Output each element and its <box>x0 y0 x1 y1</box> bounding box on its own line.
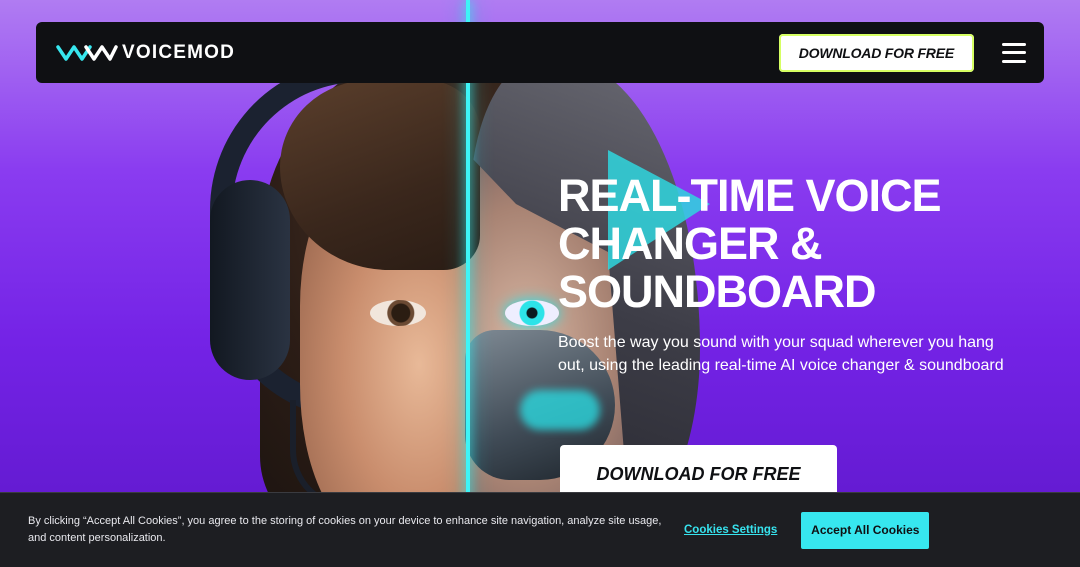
mask-glow <box>520 390 600 430</box>
menu-bar <box>1002 51 1026 54</box>
cookie-actions: Cookies Settings Accept All Cookies <box>684 511 930 549</box>
accept-all-cookies-button[interactable]: Accept All Cookies <box>801 511 930 549</box>
hero-subtitle: Boost the way you sound with your squad … <box>558 334 1004 374</box>
menu-bar <box>1002 42 1026 46</box>
split-line <box>466 0 470 567</box>
site-header: VOICEMOD DOWNLOAD FOR FREE <box>36 22 1044 83</box>
eye-left <box>370 300 426 326</box>
logo-text: VOICEMOD <box>122 41 236 63</box>
hamburger-menu-icon[interactable] <box>1002 42 1026 63</box>
logo[interactable]: VOICEMOD <box>56 42 235 64</box>
header-actions: DOWNLOAD FOR FREE <box>778 33 1026 72</box>
headset-earcup <box>210 180 290 380</box>
eye-right <box>505 300 559 326</box>
hero-title: REAL-TIME VOICE CHANGER & SOUNDBOARD <box>558 170 942 317</box>
cookies-settings-button[interactable]: Cookies Settings <box>684 524 777 536</box>
voicemod-logo-icon <box>56 44 118 61</box>
menu-bar <box>1002 59 1026 63</box>
header-download-button[interactable]: DOWNLOAD FOR FREE <box>778 33 974 72</box>
cookie-text: By clicking “Accept All Cookies”, you ag… <box>28 515 662 544</box>
cookie-banner: By clicking “Accept All Cookies”, you ag… <box>0 492 1080 567</box>
